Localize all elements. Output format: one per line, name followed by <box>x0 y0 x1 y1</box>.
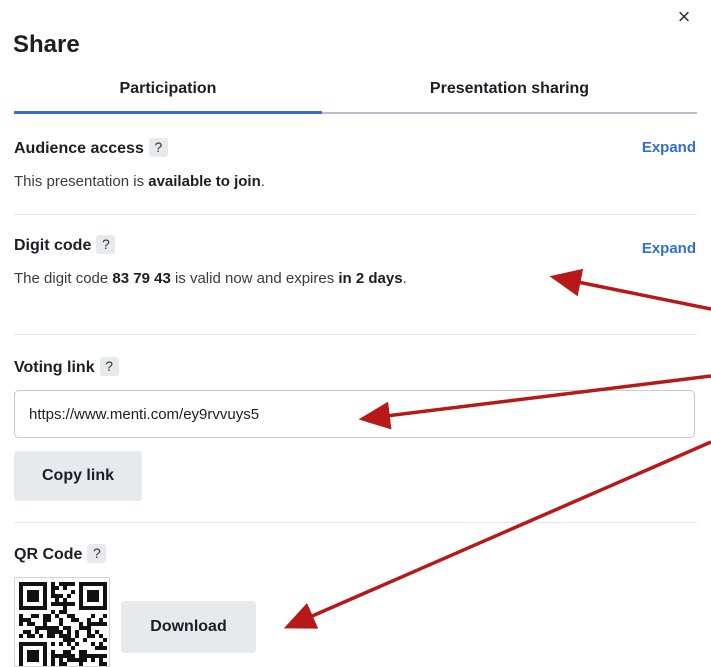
audience-access-heading: Audience access? <box>14 138 168 158</box>
audience-access-label: Audience access <box>14 140 144 157</box>
voting-link-label: Voting link <box>14 359 95 376</box>
qr-code-icon <box>14 577 110 667</box>
qr-code-heading: QR Code? <box>14 544 107 564</box>
section-divider <box>14 522 697 523</box>
tab-active-indicator <box>14 111 322 114</box>
digit-code-expiry: in 2 days <box>338 270 403 287</box>
audience-access-expand-link[interactable]: Expand <box>642 139 696 156</box>
digit-code-value: 83 79 43 <box>112 270 171 287</box>
audience-access-desc-suffix: . <box>260 173 265 190</box>
close-icon[interactable]: × <box>672 6 696 30</box>
voting-link-heading: Voting link? <box>14 357 119 377</box>
dialog-title: Share <box>13 31 80 58</box>
digit-code-desc-middle: is valid now and expires <box>170 270 339 287</box>
qr-code-help-button[interactable]: ? <box>87 544 107 563</box>
digit-code-heading: Digit code? <box>14 235 116 255</box>
tab-participation[interactable]: Participation <box>14 72 322 113</box>
tab-bar: Participation Presentation sharing <box>14 72 697 116</box>
digit-code-label: Digit code <box>14 237 92 254</box>
annotation-arrow-download <box>283 440 711 629</box>
audience-access-description: This presentation is available to join. <box>14 173 265 190</box>
digit-code-desc-suffix: . <box>402 270 407 287</box>
download-qr-button[interactable]: Download <box>121 601 256 653</box>
section-divider <box>14 334 697 335</box>
tab-presentation-sharing[interactable]: Presentation sharing <box>322 72 697 113</box>
audience-access-status: available to join <box>148 173 261 190</box>
qr-code-label: QR Code <box>14 546 83 563</box>
digit-code-expand-link[interactable]: Expand <box>642 240 696 257</box>
audience-access-help-button[interactable]: ? <box>148 138 168 157</box>
copy-link-button[interactable]: Copy link <box>14 451 142 501</box>
voting-link-input[interactable] <box>14 390 695 438</box>
section-divider <box>14 214 697 215</box>
digit-code-desc-prefix: The digit code <box>14 270 113 287</box>
digit-code-description: The digit code 83 79 43 is valid now and… <box>14 270 407 287</box>
audience-access-desc-prefix: This presentation is <box>14 173 149 190</box>
digit-code-help-button[interactable]: ? <box>96 235 116 254</box>
annotation-arrow-digit-code <box>549 268 711 311</box>
voting-link-help-button[interactable]: ? <box>99 357 119 376</box>
